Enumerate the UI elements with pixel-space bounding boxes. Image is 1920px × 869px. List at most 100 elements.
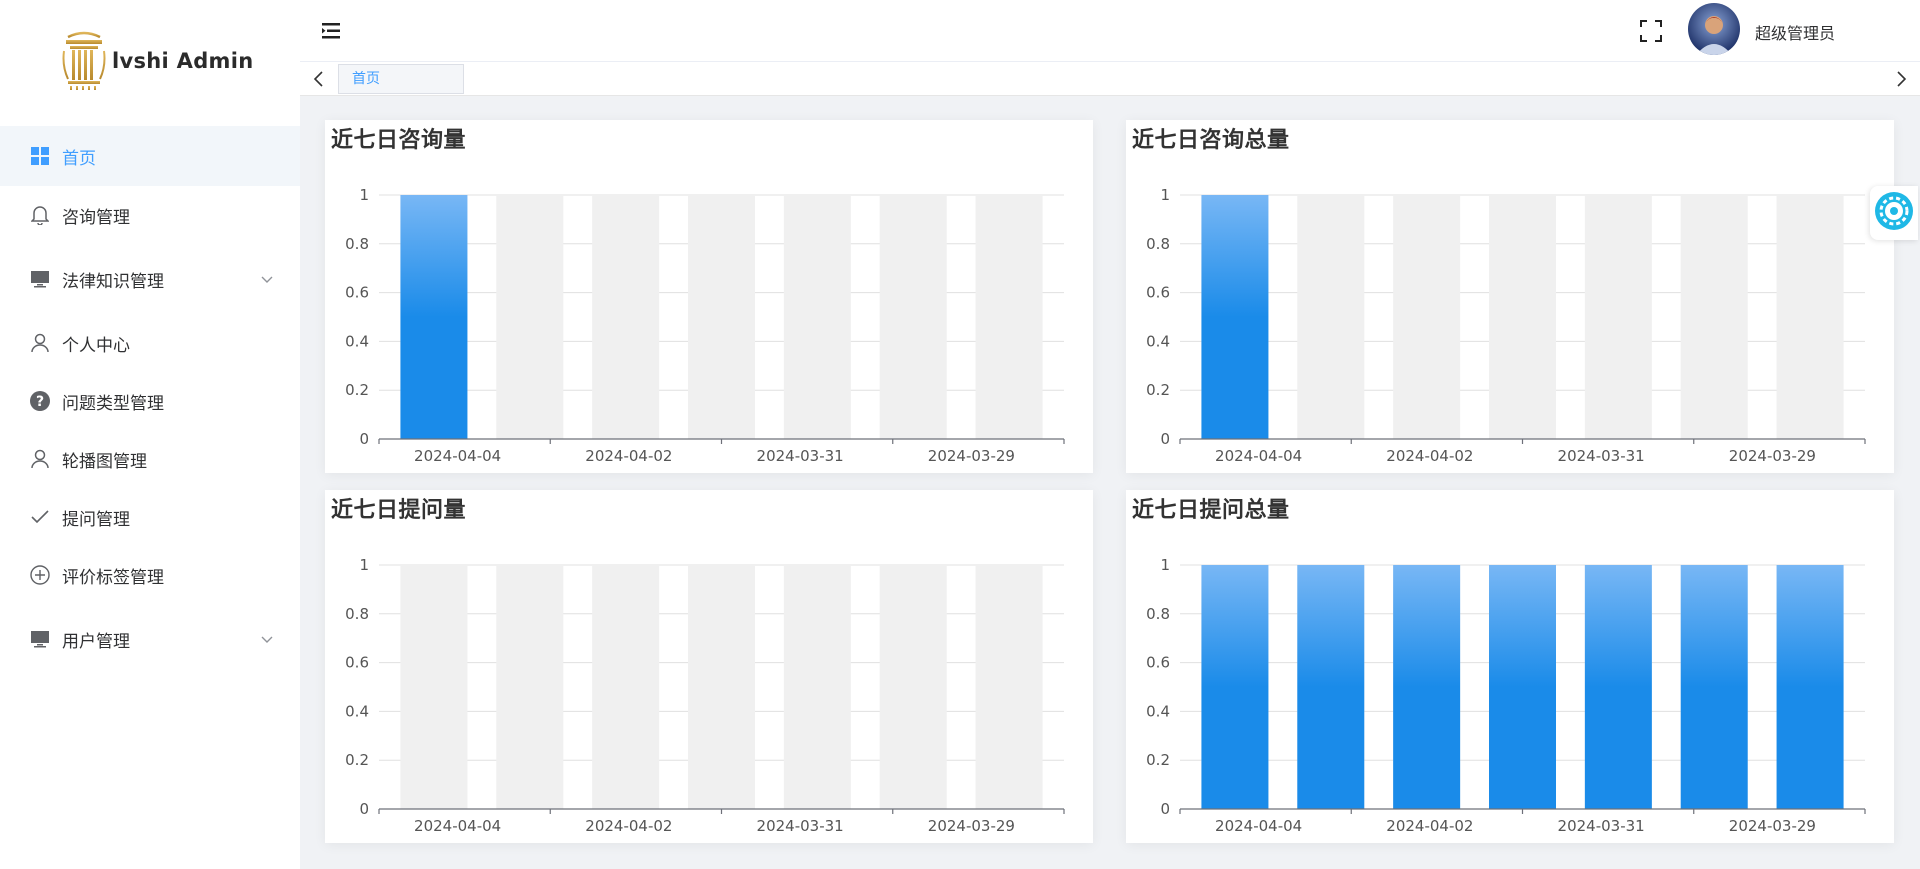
bar-background	[1776, 195, 1844, 439]
sidebar: lvshi Admin 首页 咨询管理 法律知识管理 个人中心 ? 问题类型管理…	[0, 0, 300, 869]
bar-background	[1584, 195, 1652, 439]
check-icon	[30, 507, 50, 527]
bar-background	[879, 195, 947, 439]
sidebar-menu: 首页 咨询管理 法律知识管理 个人中心 ? 问题类型管理 轮播图管理 提问管理 …	[0, 126, 300, 674]
brand-logo[interactable]: lvshi Admin	[0, 0, 300, 122]
sidebar-item-label: 首页	[62, 148, 96, 169]
x-tick-label: 2024-03-31	[1558, 817, 1645, 835]
bar-background	[688, 565, 755, 809]
y-tick-label: 0.2	[345, 381, 369, 399]
menu-toggle-icon[interactable]	[320, 20, 342, 42]
tab-home[interactable]: 首页	[338, 64, 464, 94]
top-navbar: 超级管理员	[300, 0, 1920, 62]
bar-background	[1489, 195, 1556, 439]
svg-text:?: ?	[36, 394, 44, 410]
y-tick-label: 0	[359, 430, 369, 448]
bar-background	[975, 565, 1043, 809]
bar-background	[1297, 195, 1365, 439]
y-tick-label: 0.8	[345, 605, 369, 623]
x-tick-label: 2024-04-02	[585, 817, 672, 835]
y-tick-label: 0.8	[1146, 235, 1170, 253]
user-icon	[30, 333, 50, 353]
x-tick-label: 2024-04-02	[585, 447, 672, 465]
y-tick-label: 0.2	[1146, 381, 1170, 399]
x-tick-label: 2024-03-31	[1558, 447, 1645, 465]
dashboard-icon	[30, 146, 50, 166]
x-tick-label: 2024-04-04	[1215, 817, 1302, 835]
x-tick-label: 2024-03-31	[757, 447, 844, 465]
y-tick-label: 0	[1160, 430, 1170, 448]
bar	[1776, 565, 1844, 809]
sidebar-item-label: 评价标签管理	[62, 567, 164, 588]
y-tick-label: 0.8	[1146, 605, 1170, 623]
bar-background	[1393, 195, 1461, 439]
plus-circle-icon	[30, 565, 50, 585]
bar	[1393, 565, 1461, 809]
y-tick-label: 1	[1160, 556, 1170, 574]
y-tick-label: 0.2	[345, 751, 369, 769]
bar-background	[783, 195, 851, 439]
chart-card-questions-7day: 近七日提问量 0 0.2 0.4 0.6 0.8 1 2024-04-04 2024-04-0…	[325, 490, 1093, 843]
y-tick-label: 1	[359, 556, 369, 574]
x-tick-label: 2024-03-29	[1729, 817, 1816, 835]
x-tick-label: 2024-03-29	[1729, 447, 1816, 465]
sidebar-item-review-tags[interactable]: 评价标签管理	[0, 546, 300, 604]
bar	[1201, 565, 1269, 809]
courthouse-pillars-icon	[62, 31, 106, 90]
bar	[400, 195, 468, 439]
x-tick-label: 2024-04-04	[414, 447, 501, 465]
bar-chart-questions-total: 0 0.2 0.4 0.6 0.8 1 2024-04-04 2024-04-02 2024-0…	[1146, 556, 1866, 835]
chevron-right-icon[interactable]	[1892, 70, 1910, 88]
avatar[interactable]	[1688, 3, 1740, 55]
gear-icon	[1874, 191, 1914, 235]
bar	[1489, 565, 1556, 809]
y-tick-label: 0.4	[345, 702, 369, 720]
sidebar-item-legal-knowledge[interactable]: 法律知识管理	[0, 244, 300, 314]
y-tick-label: 0	[359, 800, 369, 818]
sidebar-item-personal-center[interactable]: 个人中心	[0, 314, 300, 372]
chart-card-consult-7day: 近七日咨询量 0 0.2 0.4 0.6 0.8 1 2024-04-04 2024-04-0…	[325, 120, 1093, 473]
x-tick-label: 2024-04-02	[1386, 817, 1473, 835]
y-tick-label: 0.4	[345, 332, 369, 350]
sidebar-item-label: 法律知识管理	[62, 271, 164, 292]
y-tick-label: 0.6	[345, 284, 369, 302]
y-tick-label: 0.8	[345, 235, 369, 253]
user-icon	[30, 449, 50, 469]
sidebar-item-label: 提问管理	[62, 509, 130, 530]
fullscreen-icon[interactable]	[1640, 20, 1662, 42]
sidebar-item-home[interactable]: 首页	[0, 126, 300, 186]
bar	[1201, 195, 1269, 439]
y-tick-label: 0	[1160, 800, 1170, 818]
bar-background	[783, 565, 851, 809]
bar-chart-consult-total: 0 0.2 0.4 0.6 0.8 1 2024-04-04 2024-04-02 2024-0…	[1146, 186, 1866, 465]
settings-gear-button[interactable]	[1870, 186, 1918, 240]
y-tick-label: 0.4	[1146, 332, 1170, 350]
bar-background	[1680, 195, 1748, 439]
monitor-icon	[30, 629, 50, 649]
chevron-down-icon	[261, 629, 273, 649]
y-tick-label: 0.6	[1146, 284, 1170, 302]
sidebar-item-label: 问题类型管理	[62, 393, 164, 414]
sidebar-item-question-types[interactable]: ? 问题类型管理	[0, 372, 300, 430]
tags-view-bar: 首页	[300, 62, 1920, 96]
bar-background	[879, 565, 947, 809]
bar-background	[592, 195, 660, 439]
x-tick-label: 2024-03-29	[928, 447, 1015, 465]
bar	[1297, 565, 1365, 809]
sidebar-item-user-management[interactable]: 用户管理	[0, 604, 300, 674]
bar-chart-questions-7day: 0 0.2 0.4 0.6 0.8 1 2024-04-04 2024-04-02 2024-0…	[345, 556, 1065, 835]
chart-card-consult-total: 近七日咨询总量 0 0.2 0.4 0.6 0.8 1 2024-04-04 2024-04-…	[1126, 120, 1894, 473]
y-tick-label: 0.2	[1146, 751, 1170, 769]
sidebar-item-consult[interactable]: 咨询管理	[0, 186, 300, 244]
monitor-icon	[30, 269, 50, 289]
username-label[interactable]: 超级管理员	[1755, 20, 1835, 44]
chevron-left-icon[interactable]	[310, 70, 328, 88]
bar-chart-consult-7day: 0 0.2 0.4 0.6 0.8 1 2024-04-04 2024-04-02 2024-0…	[345, 186, 1065, 465]
sidebar-item-questions[interactable]: 提问管理	[0, 488, 300, 546]
sidebar-item-carousel[interactable]: 轮播图管理	[0, 430, 300, 488]
chart-card-questions-total: 近七日提问总量 0 0.2 0.4 0.6 0.8 1 2024-04-04 2024-04-…	[1126, 490, 1894, 843]
sidebar-item-label: 个人中心	[62, 335, 130, 356]
x-tick-label: 2024-04-04	[414, 817, 501, 835]
sidebar-item-label: 用户管理	[62, 631, 130, 652]
bar-background	[496, 565, 564, 809]
